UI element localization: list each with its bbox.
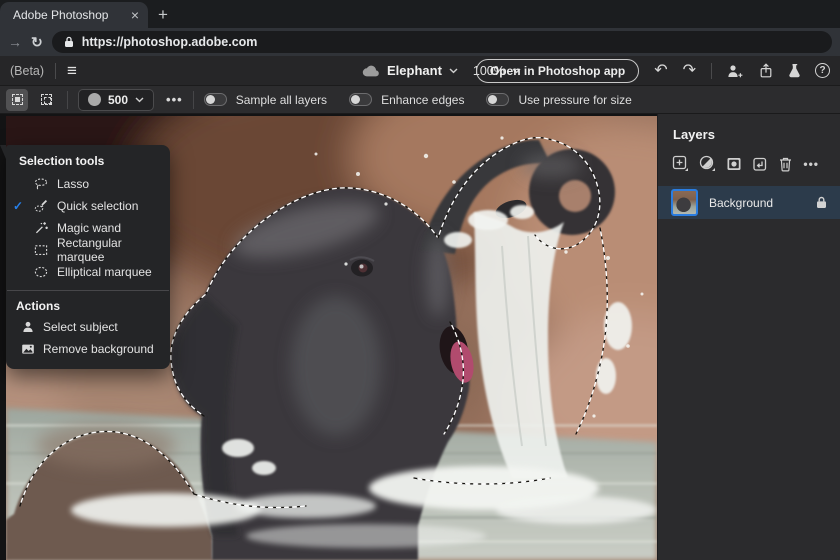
forward-arrow-icon[interactable]: → bbox=[8, 34, 22, 50]
subtract-selection-icon bbox=[41, 94, 52, 105]
tool-item-lasso[interactable]: Lasso bbox=[6, 173, 170, 195]
selection-tools-popup: Selection tools Lasso ✓ bbox=[6, 145, 170, 369]
cloud-icon bbox=[362, 65, 380, 77]
subtract-selection-mode-button[interactable] bbox=[35, 89, 57, 111]
document-name[interactable]: Elephant bbox=[387, 63, 442, 78]
layer-thumbnail[interactable] bbox=[671, 189, 698, 216]
invite-user-icon[interactable] bbox=[727, 64, 744, 78]
tool-item-quick-selection[interactable]: ✓ Quick selection bbox=[6, 195, 170, 217]
undo-icon[interactable]: ↶ bbox=[654, 63, 667, 79]
remove-background-icon bbox=[18, 342, 38, 356]
enhance-edges-toggle[interactable]: Enhance edges bbox=[349, 93, 464, 107]
reload-icon[interactable]: ↻ bbox=[31, 34, 43, 51]
tab-title: Adobe Photoshop bbox=[13, 8, 108, 22]
brush-size-value: 500 bbox=[108, 93, 128, 107]
layer-row-background[interactable]: Background bbox=[658, 186, 840, 219]
select-subject-icon bbox=[18, 320, 38, 334]
layers-more-icon[interactable]: ••• bbox=[803, 157, 819, 171]
sample-all-layers-toggle[interactable]: Sample all layers bbox=[204, 93, 327, 107]
open-in-photoshop-button[interactable]: Open in Photoshop app bbox=[476, 59, 639, 83]
canvas-area[interactable]: Selection tools Lasso ✓ bbox=[0, 114, 657, 560]
add-layer-icon[interactable] bbox=[672, 155, 689, 172]
url-bar[interactable]: https://photoshop.adobe.com bbox=[52, 31, 832, 53]
browser-tab-strip: Adobe Photoshop × + bbox=[0, 0, 840, 28]
layer-mask-icon[interactable] bbox=[726, 156, 742, 172]
toggle-track[interactable] bbox=[204, 93, 227, 106]
hamburger-menu-icon[interactable]: ≡ bbox=[67, 62, 77, 79]
action-item-remove-background[interactable]: Remove background bbox=[6, 338, 170, 360]
action-item-select-subject[interactable]: Select subject bbox=[6, 316, 170, 338]
chevron-down-icon bbox=[135, 97, 144, 103]
add-selection-icon bbox=[12, 94, 23, 105]
beta-label: (Beta) bbox=[10, 64, 44, 78]
redo-icon[interactable]: ↷ bbox=[683, 63, 696, 79]
rectangular-marquee-icon bbox=[30, 243, 52, 257]
browser-tab[interactable]: Adobe Photoshop × bbox=[0, 2, 148, 28]
actions-title: Actions bbox=[6, 291, 170, 316]
layer-lock-icon[interactable] bbox=[816, 196, 827, 209]
help-icon[interactable]: ? bbox=[815, 63, 830, 78]
screen: Adobe Photoshop × + → ↻ https://photosho… bbox=[0, 0, 840, 560]
chevron-down-icon[interactable] bbox=[449, 68, 458, 74]
browser-toolbar: → ↻ https://photoshop.adobe.com bbox=[0, 28, 840, 56]
toggle-track[interactable] bbox=[486, 93, 509, 106]
magic-wand-icon bbox=[30, 221, 52, 235]
layers-title: Layers bbox=[658, 114, 840, 142]
url-text: https://photoshop.adobe.com bbox=[82, 35, 258, 49]
duplicate-layer-icon[interactable] bbox=[752, 156, 768, 172]
toggle-track[interactable] bbox=[349, 93, 372, 106]
share-icon[interactable] bbox=[759, 63, 773, 78]
divider bbox=[67, 91, 68, 109]
lasso-icon bbox=[30, 177, 52, 191]
flask-icon[interactable] bbox=[788, 63, 800, 78]
tool-options-bar: 500 ••• Sample all layers Enhance edges … bbox=[0, 86, 840, 114]
divider bbox=[193, 91, 194, 109]
tool-item-rectangular-marquee[interactable]: Rectangular marquee bbox=[6, 239, 170, 261]
new-selection-mode-button[interactable] bbox=[6, 89, 28, 111]
check-icon: ✓ bbox=[6, 199, 30, 213]
use-pressure-toggle[interactable]: Use pressure for size bbox=[486, 93, 631, 107]
more-options-icon[interactable]: ••• bbox=[166, 92, 183, 107]
divider bbox=[55, 63, 56, 79]
elliptical-marquee-icon bbox=[30, 265, 52, 279]
brush-preview-icon bbox=[88, 93, 101, 106]
adjustment-layer-icon[interactable] bbox=[699, 155, 716, 172]
quick-selection-icon bbox=[30, 199, 52, 213]
new-tab-button[interactable]: + bbox=[148, 2, 178, 28]
tab-close-icon[interactable]: × bbox=[131, 8, 139, 22]
divider bbox=[711, 63, 712, 79]
brush-size-dropdown[interactable]: 500 bbox=[78, 89, 154, 111]
layers-panel: Layers bbox=[657, 114, 840, 560]
lock-icon bbox=[64, 36, 74, 48]
delete-layer-icon[interactable] bbox=[778, 156, 793, 172]
app-header: (Beta) ≡ Elephant 100% Open in Photoshop… bbox=[0, 56, 840, 86]
tool-item-elliptical-marquee[interactable]: Elliptical marquee bbox=[6, 261, 170, 283]
selection-tools-title: Selection tools bbox=[6, 145, 170, 173]
